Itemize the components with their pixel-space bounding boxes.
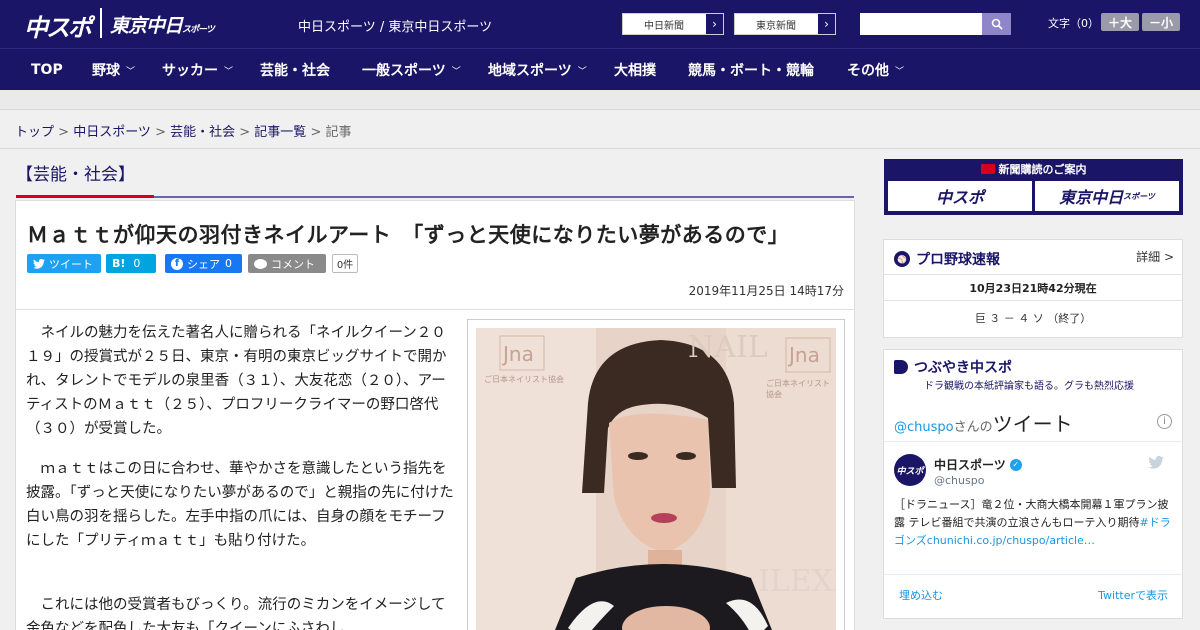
baseball-panel-title: プロ野球速報 bbox=[916, 252, 1000, 268]
article-paragraph: ｍａｔｔはこの日に合わせ、華やかさを意識したという指先を披露。「ずっと天使になり… bbox=[26, 461, 454, 549]
panel-divider bbox=[884, 441, 1182, 442]
subscribe-chuspo-button[interactable]: 中スポ bbox=[888, 181, 1032, 211]
verified-icon: ✓ bbox=[1009, 458, 1022, 471]
newspaper-icon bbox=[980, 164, 995, 174]
nav-top[interactable]: TOP bbox=[31, 49, 63, 91]
font-bigger-button[interactable]: ＋大 bbox=[1101, 13, 1139, 31]
twitter-bird-icon[interactable] bbox=[1148, 456, 1164, 469]
twitter-panel: つぶやき中スポ ドラ観戦の本紙評論家も語る。グラも熱烈応援 @chuspoさんの… bbox=[883, 349, 1183, 619]
tokyo-chunichi-logo[interactable]: 東京中日スポーツ bbox=[110, 11, 215, 38]
chevron-down-icon: ﹀ bbox=[577, 66, 587, 77]
panel-divider bbox=[884, 274, 1182, 275]
association-text: ご日本ネイリスト協会 bbox=[484, 375, 564, 384]
view-on-twitter-link[interactable]: Twitterで表示 bbox=[1098, 587, 1168, 603]
nav-entertainment[interactable]: 芸能・社会 bbox=[260, 49, 330, 91]
search-input[interactable] bbox=[860, 13, 982, 35]
tweet-user-handle[interactable]: @chuspo bbox=[934, 474, 984, 487]
font-smaller-button[interactable]: －小 bbox=[1142, 13, 1180, 31]
breadcrumb-divider bbox=[0, 148, 1200, 149]
jna-logo-text: Jna bbox=[789, 343, 820, 367]
nav-general-sports[interactable]: 一般スポーツ ﹀ bbox=[362, 49, 461, 91]
subscription-banner[interactable]: 新聞購読のご案内 中スポ 東京中日 スポーツ bbox=[884, 159, 1183, 215]
nav-baseball[interactable]: 野球 ﹀ bbox=[92, 49, 135, 91]
breadcrumb-current: 記事 bbox=[325, 125, 352, 140]
chevron-down-icon: ﹀ bbox=[895, 66, 905, 77]
nav-regional-sports[interactable]: 地域スポーツ ﹀ bbox=[488, 49, 587, 91]
speech-bubble-icon bbox=[254, 258, 267, 269]
tweet-text: ［ドラニュース］竜２位・大商大橋本開幕１軍プラン披露 テレビ番組で共演の立浪さん… bbox=[894, 498, 1171, 547]
article-divider bbox=[16, 309, 854, 310]
comment-button[interactable]: コメント bbox=[248, 254, 326, 273]
font-size-label: 文字（0） bbox=[1048, 17, 1099, 30]
category-heading: 【芸能・社会】 bbox=[16, 165, 135, 185]
top-header: 中スポ 東京中日スポーツ 中日スポーツ / 東京中日スポーツ 中日新聞 › 東京… bbox=[0, 0, 1200, 48]
article-panel: Ｍａｔｔが仰天の羽付きネイルアート 「ずっと天使になりたい夢があるので」 ツイー… bbox=[15, 200, 855, 630]
tweet-link[interactable]: chunichi.co.jp/chuspo/article… bbox=[927, 534, 1095, 547]
panel-divider bbox=[884, 300, 1182, 301]
baseball-icon: ⚾ bbox=[894, 251, 910, 267]
nav-other[interactable]: その他 ﹀ bbox=[847, 49, 904, 91]
article-paragraph: ネイルの魅力を伝えた著名人に贈られる「ネイルクイーン２０１９」の授賞式が２５日、… bbox=[26, 325, 447, 437]
search-button[interactable] bbox=[982, 13, 1011, 35]
timeline-handle[interactable]: @chuspo bbox=[894, 420, 954, 435]
publish-date: 2019年11月25日 14時17分 bbox=[688, 284, 844, 298]
subscribe-tokyo-chunichi-button[interactable]: 東京中日 スポーツ bbox=[1035, 181, 1179, 211]
baseball-score[interactable]: 巨 ３ － ４ ソ （終了） bbox=[884, 310, 1182, 326]
association-text: ご日本ネイリスト協会 bbox=[766, 379, 830, 399]
avatar[interactable]: 中スポ bbox=[894, 454, 926, 486]
tweet-timeline-header: @chuspoさんのツイート bbox=[894, 412, 1073, 436]
chevron-down-icon: ﹀ bbox=[451, 66, 461, 77]
chuspo-logo[interactable]: 中スポ bbox=[24, 8, 92, 43]
jna-logo-text: Jna bbox=[503, 342, 534, 366]
logo-divider bbox=[100, 8, 102, 38]
header-strip bbox=[0, 90, 1200, 110]
twitter-panel-subtitle: ドラ観戦の本紙評論家も語る。グラも熱烈応援 bbox=[924, 381, 1134, 392]
comment-count: 0件 bbox=[332, 254, 358, 273]
breadcrumb: トップ > 中日スポーツ > 芸能・社会 > 記事一覧 > 記事 bbox=[15, 125, 352, 140]
breadcrumb-entertainment[interactable]: 芸能・社会 bbox=[170, 125, 235, 140]
chevron-down-icon: ﹀ bbox=[126, 66, 136, 77]
info-icon[interactable]: i bbox=[1157, 414, 1172, 429]
megaphone-icon bbox=[894, 360, 908, 374]
facebook-share-button[interactable]: f シェア 0 bbox=[165, 254, 242, 273]
breadcrumb-top[interactable]: トップ bbox=[15, 125, 54, 140]
baseball-update-time: 10月23日21時42分現在 bbox=[969, 282, 1097, 295]
baseball-scores-panel: ⚾ プロ野球速報 詳細 > 10月23日21時42分現在 巨 ３ － ４ ソ （… bbox=[883, 239, 1183, 338]
category-underline bbox=[154, 196, 854, 198]
article-headline: Ｍａｔｔが仰天の羽付きネイルアート 「ずっと天使になりたい夢があるので」 bbox=[27, 223, 790, 247]
facebook-icon: f bbox=[171, 257, 183, 270]
site-title: 中日スポーツ / 東京中日スポーツ bbox=[298, 20, 493, 35]
chevron-right-icon: › bbox=[705, 14, 723, 34]
expo-backdrop-text: ILEXP bbox=[758, 564, 836, 599]
article-paragraph: これには他の受賞者もびっくり。流行のミカンをイメージして金色などを配色した大友も… bbox=[26, 597, 446, 630]
twitter-bird-icon bbox=[33, 258, 45, 269]
nav-sumo[interactable]: 大相撲 bbox=[614, 49, 656, 91]
twitter-panel-title: つぶやき中スポ bbox=[914, 360, 1012, 376]
main-nav: TOP 野球 ﹀ サッカー ﹀ 芸能・社会 一般スポーツ ﹀ 地域スポーツ ﹀ 大相撲 … bbox=[0, 48, 1200, 90]
photo-image: Jna Jna ご日本ネイリスト協会 ご日本ネイリスト協会 NAIL ILEXP bbox=[476, 328, 836, 630]
search-icon bbox=[991, 18, 1003, 30]
breadcrumb-chunichi-sports[interactable]: 中日スポーツ bbox=[73, 125, 151, 140]
embed-link[interactable]: 埋め込む bbox=[899, 587, 943, 603]
hatena-bookmark-button[interactable]: B! 0 bbox=[106, 254, 156, 273]
baseball-more-link[interactable]: 詳細 > bbox=[1136, 248, 1174, 265]
tweet-button[interactable]: ツイート bbox=[27, 254, 101, 273]
category-underline-accent bbox=[16, 195, 154, 198]
chevron-down-icon: ﹀ bbox=[224, 66, 234, 77]
chunichi-shimbun-link[interactable]: 中日新聞 › bbox=[622, 13, 724, 35]
nav-soccer[interactable]: サッカー ﹀ bbox=[162, 49, 233, 91]
nail-backdrop-text: NAIL bbox=[688, 330, 768, 365]
panel-divider bbox=[884, 574, 1182, 575]
subscription-title: 新聞購読のご案内 bbox=[884, 159, 1183, 179]
nav-racing[interactable]: 競馬・ボート・競輪 bbox=[688, 49, 814, 91]
breadcrumb-article-list[interactable]: 記事一覧 bbox=[254, 125, 306, 140]
tweet-user-name[interactable]: 中日スポーツ bbox=[934, 456, 1006, 473]
article-photo[interactable]: Jna Jna ご日本ネイリスト協会 ご日本ネイリスト協会 NAIL ILEXP bbox=[467, 319, 845, 630]
chevron-right-icon: › bbox=[817, 14, 835, 34]
tokyo-shimbun-link[interactable]: 東京新聞 › bbox=[734, 13, 836, 35]
